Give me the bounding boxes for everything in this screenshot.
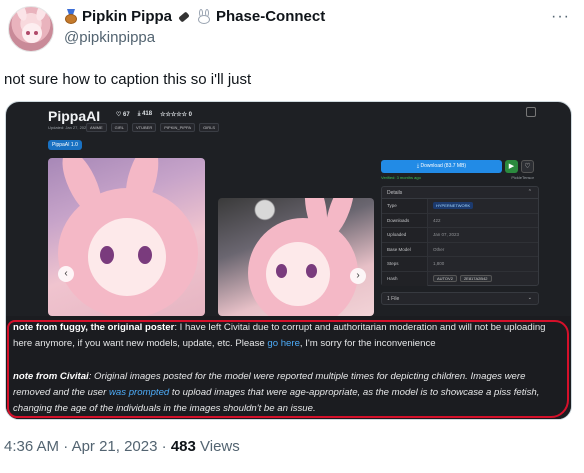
chevron-down-icon: ⌄ [527,295,532,301]
views-label: Views [200,438,240,455]
medal-icon [64,9,78,24]
go-here-link: go here [267,338,300,349]
menu-icon [526,107,536,117]
tag: GIRL [110,123,129,132]
tweet: Pipkin Pippa Phase-Connect @pipkinpippa … [0,0,584,473]
next-arrow-icon: › [350,268,366,284]
favorite-icon: ♡ [521,160,534,173]
verified-row: Verified: 3 months ago PickleTensor [381,175,534,180]
tag: PIPKIN_PIPPA [160,123,196,132]
download-icon: ⤓ 418 [137,111,153,117]
timestamp[interactable]: 4:36 AM · Apr 21, 2023 · 483 Views [4,438,240,455]
tweet-text: not sure how to caption this so i'll jus… [4,71,252,88]
detail-row: Steps 1,800 [382,257,538,272]
tag: GIRLS [199,123,220,132]
was-prompted-link: was prompted [109,387,170,398]
time[interactable]: 4:36 AM [4,438,59,455]
download-button: ⤓ Download (83.7 MB) [381,160,502,173]
avatar[interactable] [8,6,54,52]
tag: VTUBER [132,123,157,132]
chevron-up-icon: ⌃ [527,189,532,195]
preview-image-2: › [218,198,374,316]
prev-arrow-icon: ‹ [58,266,74,282]
details-panel: Details ⌃ Type HYPERNETWORK Downloads 422 U… [381,186,539,286]
heart-icon: ♡ 67 [116,112,130,118]
display-name[interactable]: Pipkin Pippa [82,8,172,25]
more-options-icon[interactable]: ··· [551,8,570,26]
display-name-suffix[interactable]: Phase-Connect [216,8,325,25]
model-title: PippaAI [48,108,101,124]
date[interactable]: Apr 21, 2023 [72,438,158,455]
note-civitai: note from Civitai: Original images poste… [13,371,540,414]
tweet-image[interactable]: PippaAI ♡ 67 ⤓ 418 ☆☆☆☆☆ 0 Updated: Jan … [5,101,572,420]
preview-image-1: ‹ [48,158,205,316]
detail-row: Hash AUTOV2 2E817A2B42 [382,271,538,286]
detail-row: Downloads 422 [382,213,538,228]
updated-date: Updated: Jan 27, 2023 [48,125,89,130]
tag-list: ANIME GIRL VTUBER PIPKIN_PIPPA GIRLS [86,123,220,132]
author-name-row[interactable]: Pipkin Pippa Phase-Connect [64,8,325,25]
plug-icon [176,10,192,24]
detail-row: Type HYPERNETWORK [382,199,538,214]
model-stats: ♡ 67 ⤓ 418 ☆☆☆☆☆ 0 [116,111,192,118]
rating-stars: ☆☆☆☆☆ 0 [160,112,192,118]
tag: ANIME [86,123,107,132]
version-badge: PippaAI 1.0 [48,140,82,150]
bunny-icon [196,9,212,24]
note-original-poster: note from fuggy, the original poster: I … [13,322,546,349]
detail-row: Uploaded Jan 07, 2023 [382,228,538,243]
views-count: 483 [170,438,196,455]
detail-row: Base Model Other [382,242,538,257]
handle[interactable]: @pipkinpippa [64,29,155,46]
play-icon: ▶ [505,160,518,173]
files-panel: 1 File ⌄ [381,292,539,305]
